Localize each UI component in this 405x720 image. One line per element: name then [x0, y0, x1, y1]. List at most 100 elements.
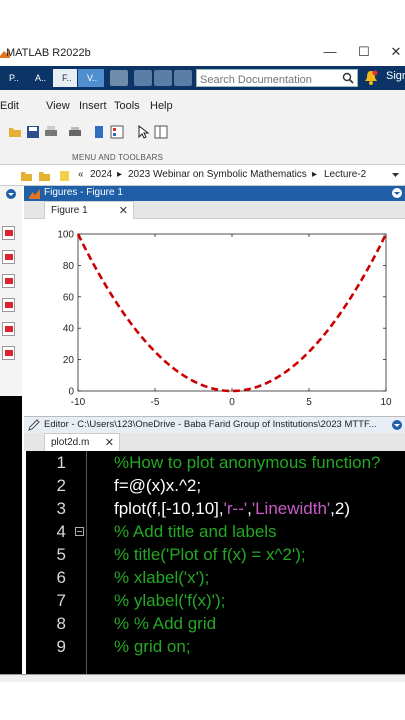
address-prefix[interactable]: « [78, 169, 84, 180]
fold-toggle-icon[interactable] [75, 527, 84, 536]
tab-figure-1[interactable]: Figure 1 ✕ [44, 201, 134, 219]
figures-window-menu-icon[interactable] [391, 187, 403, 199]
address-segment-lecture[interactable]: Lecture-2 [324, 169, 366, 180]
property-editor-icon[interactable] [154, 125, 168, 139]
menu-help[interactable]: Help [150, 100, 173, 112]
y-tick-label: 100 [57, 230, 74, 241]
code-token: f=@(x)x.^2; [114, 476, 202, 495]
file-item[interactable] [2, 298, 15, 312]
file-item[interactable] [2, 274, 15, 288]
code-text: f=@(x)x.^2; [114, 476, 201, 496]
open-folder-icon[interactable] [8, 125, 22, 139]
browse-folder-icon[interactable] [38, 169, 51, 182]
line-number: 3 [56, 499, 66, 518]
figure-tab-label: Figure 1 [51, 205, 88, 216]
code-token: ,2) [330, 499, 351, 518]
tab-apps[interactable]: A.. [26, 69, 52, 87]
panel-menu-icon[interactable] [4, 188, 18, 200]
menu-bar: Edit View Insert Tools Help [0, 90, 405, 120]
code-line[interactable]: 5 % title('Plot of f(x) = x^2'); [26, 545, 405, 568]
line-number: 1 [56, 453, 66, 472]
code-token: % title('Plot of f(x) = x^2'); [114, 545, 306, 564]
menu-tools[interactable]: Tools [114, 100, 140, 112]
code-line[interactable]: 9 % grid on; [26, 637, 405, 660]
file-item[interactable] [2, 346, 15, 360]
code-token: %How to plot anonymous function? [114, 453, 381, 472]
editor-window-menu-icon[interactable] [391, 419, 403, 431]
undo-icon[interactable] [154, 70, 172, 86]
tab-view[interactable]: V.. [78, 69, 104, 87]
tab-plot2d[interactable]: plot2d.m ✕ [44, 433, 120, 451]
code-text: % xlabel('x'); [114, 568, 209, 588]
code-line[interactable]: 1 %How to plot anonymous function? [26, 453, 405, 476]
address-dropdown-icon[interactable] [389, 168, 402, 181]
insert-legend-icon[interactable] [110, 125, 124, 139]
toolstrip-tools-icon[interactable] [110, 70, 128, 86]
app-title: MATLAB R2022b [6, 47, 91, 59]
figure-canvas: -10 -5 0 5 10 0 20 40 60 80 100 [24, 219, 405, 415]
plot-axes[interactable]: -10 -5 0 5 10020406080100 [24, 219, 405, 415]
file-item[interactable] [2, 250, 15, 264]
pointer-icon[interactable] [136, 125, 150, 139]
menu-insert[interactable]: Insert [79, 100, 107, 112]
notification-bell-icon[interactable] [364, 70, 378, 86]
code-line[interactable]: 8 % % Add grid [26, 614, 405, 637]
y-tick-label: 60 [63, 292, 75, 303]
code-text: % grid on; [114, 637, 191, 657]
code-token: fplot(f,[-10,10], [114, 499, 224, 518]
code-line[interactable]: 4 % Add title and labels [26, 522, 405, 545]
line-number: 2 [56, 476, 66, 495]
minimize-button[interactable]: — [320, 44, 340, 59]
code-line[interactable]: 6 % xlabel('x'); [26, 568, 405, 591]
up-folder-icon[interactable] [20, 169, 33, 182]
code-text: %How to plot anonymous function? [114, 453, 381, 473]
x-tick-label: 0 [229, 397, 235, 408]
code-line[interactable]: 7 % ylabel('f(x)'); [26, 591, 405, 614]
save-icon[interactable] [134, 70, 152, 86]
toolstrip: P.. A.. F.. V.. Sign [0, 66, 405, 90]
close-icon[interactable]: ✕ [105, 436, 114, 449]
close-icon[interactable]: ✕ [119, 204, 128, 217]
code-token: % Add title and labels [114, 522, 277, 541]
x-tick-label: -5 [151, 397, 160, 408]
figure-toolbar [0, 120, 405, 146]
file-item[interactable] [2, 226, 15, 240]
sign-in-link[interactable]: Sign [386, 70, 405, 82]
search-icon[interactable] [342, 72, 354, 84]
line-number: 6 [56, 568, 66, 587]
menu-view[interactable]: View [46, 100, 70, 112]
line-number: 9 [56, 637, 66, 656]
save-file-icon[interactable] [26, 125, 40, 139]
code-line[interactable]: 3 fplot(f,[-10,10],'r--','Linewidth',2) [26, 499, 405, 522]
tab-plots[interactable]: P.. [0, 69, 26, 87]
code-line[interactable]: 2 f=@(x)x.^2; [26, 476, 405, 499]
x-tick-label: 10 [380, 397, 392, 408]
line-number: 4 [56, 522, 66, 541]
command-window-strip [0, 396, 22, 674]
search-documentation[interactable] [196, 69, 358, 88]
line-number: 5 [56, 545, 66, 564]
toolbar-caption: MENU AND TOOLBARS [0, 146, 405, 164]
address-segment-2024[interactable]: 2024 [90, 169, 112, 180]
maximize-button[interactable]: ☐ [354, 44, 374, 60]
figure-tabs: Figure 1 ✕ [24, 201, 405, 219]
menu-edit[interactable]: Edit [0, 100, 19, 112]
y-tick-label: 40 [63, 324, 75, 335]
code-editor[interactable]: 1 %How to plot anonymous function? 2 f=@(x)… [26, 451, 405, 674]
close-window-button[interactable]: ✕ [386, 44, 405, 60]
search-input[interactable] [197, 72, 337, 88]
current-folder-panel [0, 186, 22, 674]
editor-pencil-icon [28, 419, 40, 431]
code-token: % xlabel('x'); [114, 568, 210, 587]
print-icon[interactable] [44, 125, 58, 139]
figure-palette-icon[interactable] [92, 125, 106, 139]
code-text: % ylabel('f(x)'); [114, 591, 225, 611]
help-icon[interactable] [174, 70, 192, 86]
tab-figure[interactable]: F.. [53, 69, 77, 87]
code-token: 'r--' [223, 499, 248, 518]
editor-tab-label: plot2d.m [51, 437, 90, 448]
file-item[interactable] [2, 322, 15, 336]
address-segment-webinar[interactable]: 2023 Webinar on Symbolic Mathematics [128, 169, 307, 180]
status-bar [0, 674, 405, 682]
print-preview-icon[interactable] [68, 125, 82, 139]
